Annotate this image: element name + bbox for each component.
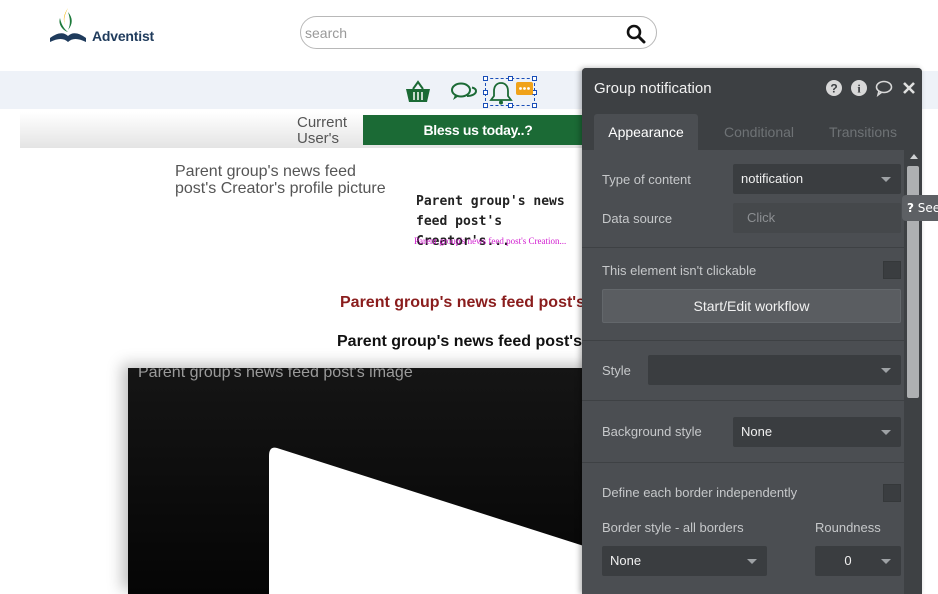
style-label: Style	[602, 363, 631, 378]
border-style-label: Border style - all borders	[602, 520, 744, 535]
search-icon[interactable]	[626, 24, 646, 44]
adventist-flame-icon	[50, 8, 86, 42]
resize-handle[interactable]	[532, 76, 537, 81]
search-input[interactable]	[305, 21, 605, 45]
type-of-content-value: notification	[741, 171, 804, 186]
divider	[582, 340, 904, 341]
border-independent-label: Define each border independently	[602, 485, 798, 500]
not-clickable-label: This element isn't clickable	[602, 263, 757, 278]
logo-text: Adventist	[92, 28, 154, 44]
svg-text:?: ?	[830, 82, 837, 96]
bell-icon[interactable]	[488, 80, 514, 106]
chevron-down-icon	[881, 177, 891, 182]
post-title-text: Parent group's news feed post's ti	[340, 294, 600, 311]
border-style-value: None	[610, 553, 642, 568]
background-style-dropdown[interactable]: None	[733, 417, 901, 447]
see-reference-tab[interactable]: ? See	[902, 195, 938, 221]
comment-icon[interactable]	[875, 79, 893, 97]
more-options-icon[interactable]	[516, 82, 533, 95]
panel-title: Group notification	[594, 80, 712, 97]
chevron-down-icon	[747, 559, 757, 564]
roundness-dropdown[interactable]: 0	[815, 546, 901, 576]
resize-handle[interactable]	[532, 103, 537, 108]
creation-date-text: Parent group's news feed post's Creation…	[414, 236, 567, 246]
chevron-down-icon	[881, 430, 891, 435]
question-icon: ?	[907, 201, 914, 215]
post-body-text: Parent group's news feed post's bo	[337, 333, 606, 350]
not-clickable-checkbox[interactable]	[883, 261, 901, 279]
basket-icon[interactable]	[404, 80, 432, 104]
tab-appearance[interactable]: Appearance	[594, 114, 698, 150]
panel-tabs: Appearance Conditional Transitions	[582, 108, 922, 150]
chat-bubbles-icon[interactable]	[450, 80, 478, 104]
bless-us-today-button[interactable]: Bless us today..?	[363, 115, 593, 145]
divider	[582, 462, 904, 463]
data-source-label: Data source	[602, 211, 673, 226]
data-source-field[interactable]: Click	[733, 203, 901, 233]
selected-element-outline[interactable]	[483, 76, 537, 108]
creator-profile-picture: Parent group's news feed post's Creator'…	[175, 163, 386, 197]
post-image: Parent group's news feed post's image	[128, 368, 598, 594]
chevron-down-icon	[881, 559, 891, 564]
chevron-down-icon	[881, 368, 891, 373]
adventist-logo[interactable]: Adventist	[46, 6, 166, 50]
search-bar[interactable]	[300, 16, 657, 49]
property-editor-panel: Group notification ? i Appearance Condit…	[582, 68, 922, 594]
help-icon[interactable]: ?	[825, 79, 843, 97]
style-dropdown[interactable]	[648, 355, 901, 385]
type-of-content-label: Type of content	[602, 172, 691, 187]
tab-conditional[interactable]: Conditional	[704, 114, 814, 150]
current-user-label: Current User's	[297, 115, 348, 147]
background-style-label: Background style	[602, 424, 702, 439]
panel-header: Group notification ? i	[582, 68, 922, 108]
background-style-value: None	[741, 424, 773, 439]
close-icon[interactable]	[900, 79, 918, 97]
border-style-dropdown[interactable]: None	[602, 546, 767, 576]
start-edit-workflow-button[interactable]: Start/Edit workflow	[602, 289, 901, 323]
tab-transitions[interactable]: Transitions	[808, 114, 918, 150]
info-icon[interactable]: i	[850, 79, 868, 97]
border-independent-checkbox[interactable]	[883, 484, 901, 502]
see-tab-label: See	[917, 201, 938, 215]
roundness-label: Roundness	[815, 520, 881, 535]
post-image-label: Parent group's news feed post's image	[138, 368, 413, 381]
roundness-value: 0	[844, 553, 852, 568]
play-icon	[269, 447, 598, 594]
type-of-content-dropdown[interactable]: notification	[733, 164, 901, 194]
divider	[582, 247, 904, 248]
divider	[582, 400, 904, 401]
scroll-up-arrow-icon[interactable]	[910, 154, 918, 159]
